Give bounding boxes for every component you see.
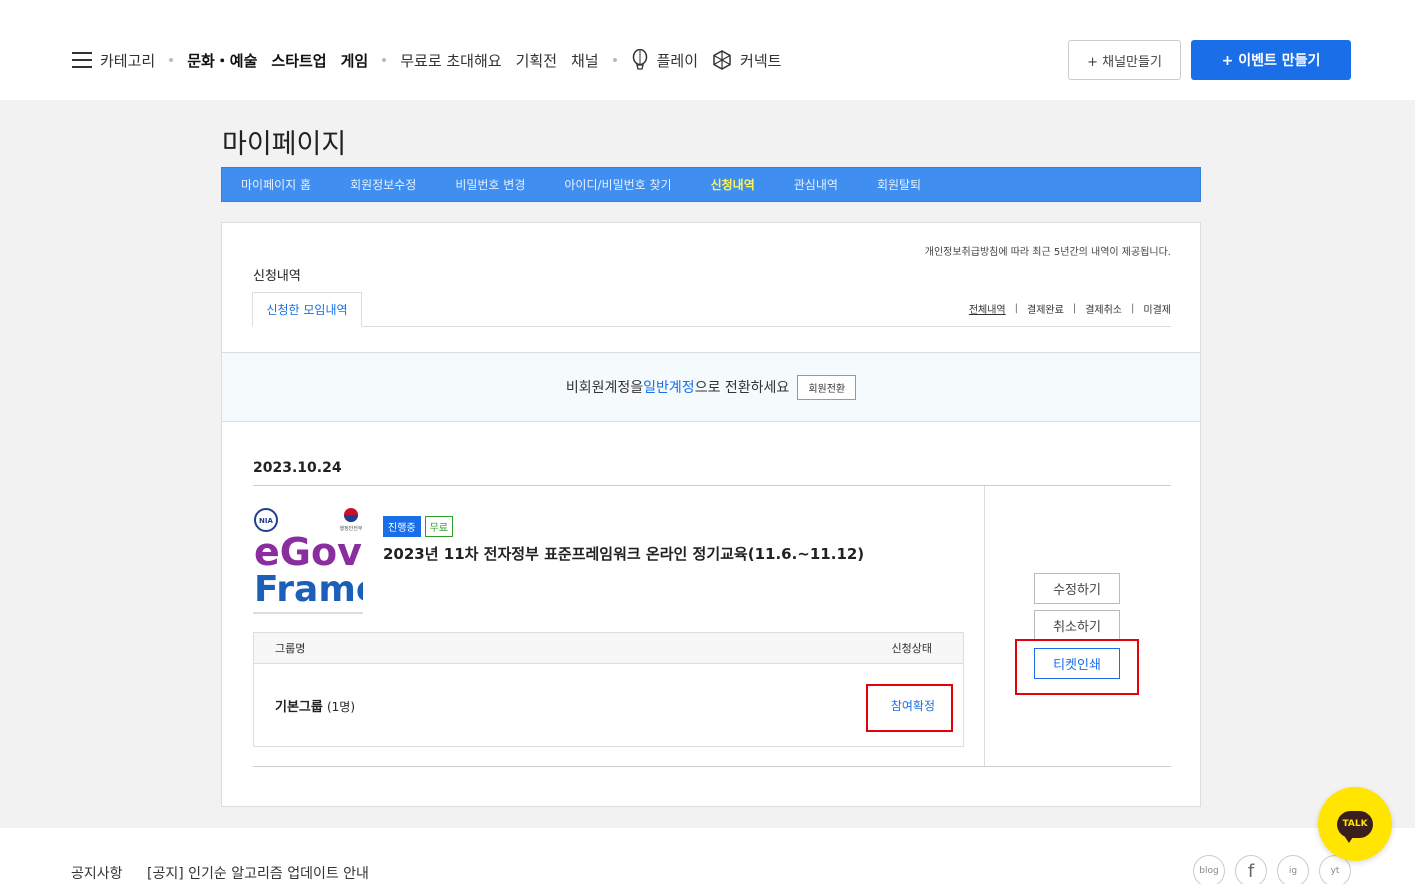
tab-withdraw[interactable]: 회원탈퇴 <box>877 176 921 193</box>
convert-member-button[interactable]: 회원전환 <box>797 374 857 400</box>
svg-text:eGov: eGov <box>254 530 362 574</box>
hamburger-icon <box>72 52 92 68</box>
tab-applications[interactable]: 신청내역 <box>711 176 755 193</box>
badge-ongoing: 진행중 <box>383 516 421 537</box>
nav-separator <box>382 58 387 62</box>
egov-frame-logo-image: NIA 행정안전부 eGov Frame <box>253 506 363 612</box>
tab-find-id-password[interactable]: 아이디/비밀번호 찾기 <box>564 176 671 193</box>
subtab-applied-meetings[interactable]: 신청한 모임내역 <box>252 292 362 327</box>
nav-culture-art[interactable]: 문화・예술 <box>187 50 257 71</box>
blog-icon[interactable]: blog <box>1193 855 1225 884</box>
nav-category-label: 카테고리 <box>100 51 156 70</box>
footer-notice-link[interactable]: [공지] 인기순 알고리즘 업데이트 안내 <box>147 863 369 883</box>
instagram-icon[interactable]: ig <box>1277 855 1309 884</box>
create-channel-button[interactable]: + 채널만들기 <box>1068 40 1181 80</box>
nav-game[interactable]: 게임 <box>341 50 369 71</box>
nav-exhibition[interactable]: 기획전 <box>516 50 557 71</box>
convert-text-before: 비회원계정을 <box>565 380 644 396</box>
talk-icon: TALK <box>1337 810 1373 843</box>
event-title[interactable]: 2023년 11차 전자정부 표준프레임워크 온라인 정기교육(11.6.~11… <box>383 543 864 564</box>
applications-panel: 개인정보취급방침에 따라 최근 5년간의 내역이 제공됩니다. 신청내역 신청한… <box>221 222 1201 807</box>
convert-link[interactable]: 일반계정 <box>643 377 695 397</box>
page-title: 마이페이지 <box>222 129 347 160</box>
nav-separator <box>169 58 174 62</box>
filter-all[interactable]: 전체내역 <box>969 301 1006 316</box>
col-group-name: 그룹명 <box>275 642 306 655</box>
convert-text-after: 으로 전환하세요 <box>694 380 790 396</box>
nav-separator <box>612 58 617 62</box>
top-nav: 카테고리 문화・예술 스타트업 게임 무료로 초대해요 기획전 채널 플레이 커… <box>72 47 795 73</box>
event-thumbnail[interactable]: NIA 행정안전부 eGov Frame <box>253 506 363 614</box>
group-table-header: 그룹명 신청상태 <box>254 633 963 664</box>
group-table: 그룹명 신청상태 기본그룹 (1명) 참여확정 <box>253 632 964 747</box>
nav-startup[interactable]: 스타트업 <box>271 50 326 71</box>
account-convert-banner: 비회원계정을 일반계정 으로 전환하세요 회원전환 <box>222 352 1200 422</box>
connect-icon <box>713 50 731 70</box>
tab-edit-profile[interactable]: 회원정보수정 <box>350 176 416 193</box>
highlight-box-print <box>1015 639 1139 695</box>
col-status: 신청상태 <box>891 642 932 655</box>
nav-channel[interactable]: 채널 <box>571 50 599 71</box>
section-title: 신청내역 <box>253 269 301 284</box>
event-badges: 진행중 무료 <box>383 516 457 537</box>
balloon-icon <box>632 49 647 70</box>
footer-notice-label[interactable]: 공지사항 <box>71 863 123 883</box>
footer: 공지사항 [공지] 인기순 알고리즘 업데이트 안내 blog f ig yt <box>0 828 1415 884</box>
edit-button[interactable]: 수정하기 <box>1034 573 1120 604</box>
nav-play-label: 플레이 <box>656 51 699 70</box>
cancel-button[interactable]: 취소하기 <box>1034 610 1120 641</box>
date-divider <box>253 485 1171 486</box>
filter-unpaid[interactable]: 미결제 <box>1143 301 1171 316</box>
table-row: 기본그룹 (1명) 참여확정 <box>254 664 963 746</box>
group-count: (1명) <box>326 699 356 714</box>
tab-interests[interactable]: 관심내역 <box>794 176 838 193</box>
application-date: 2023.10.24 <box>253 460 342 476</box>
header: 카테고리 문화・예술 스타트업 게임 무료로 초대해요 기획전 채널 플레이 커… <box>0 0 1415 100</box>
vertical-divider <box>984 486 985 767</box>
nav-connect[interactable]: 커넥트 <box>712 50 781 71</box>
bottom-divider <box>253 766 1171 767</box>
create-event-button[interactable]: + 이벤트 만들기 <box>1191 40 1351 80</box>
filter-paid[interactable]: 결제완료 <box>1027 301 1064 316</box>
subtab-divider <box>252 326 1171 327</box>
tab-mypage-home[interactable]: 마이페이지 홈 <box>241 176 311 193</box>
svg-text:NIA: NIA <box>259 517 273 525</box>
filter-links: 전체내역 | 결제완료 | 결제취소 | 미결제 <box>968 301 1171 316</box>
nav-connect-label: 커넥트 <box>740 51 782 70</box>
facebook-icon[interactable]: f <box>1235 855 1267 884</box>
tab-change-password[interactable]: 비밀번호 변경 <box>455 176 525 193</box>
group-name: 기본그룹 <box>275 699 323 715</box>
filter-cancelled[interactable]: 결제취소 <box>1085 301 1122 316</box>
kakao-talk-button[interactable]: TALK <box>1318 787 1392 861</box>
highlight-box-status <box>866 684 953 732</box>
nav-category[interactable]: 카테고리 <box>72 50 155 71</box>
nav-play[interactable]: 플레이 <box>631 49 698 71</box>
privacy-notice: 개인정보취급방침에 따라 최근 5년간의 내역이 제공됩니다. <box>924 247 1171 258</box>
nav-free-invite[interactable]: 무료로 초대해요 <box>400 50 501 71</box>
main-area: 마이페이지 마이페이지 홈 회원정보수정 비밀번호 변경 아이디/비밀번호 찾기… <box>0 100 1415 828</box>
svg-text:Frame: Frame <box>254 569 363 610</box>
mypage-tabbar: 마이페이지 홈 회원정보수정 비밀번호 변경 아이디/비밀번호 찾기 신청내역 … <box>221 167 1201 202</box>
badge-free: 무료 <box>424 516 454 537</box>
